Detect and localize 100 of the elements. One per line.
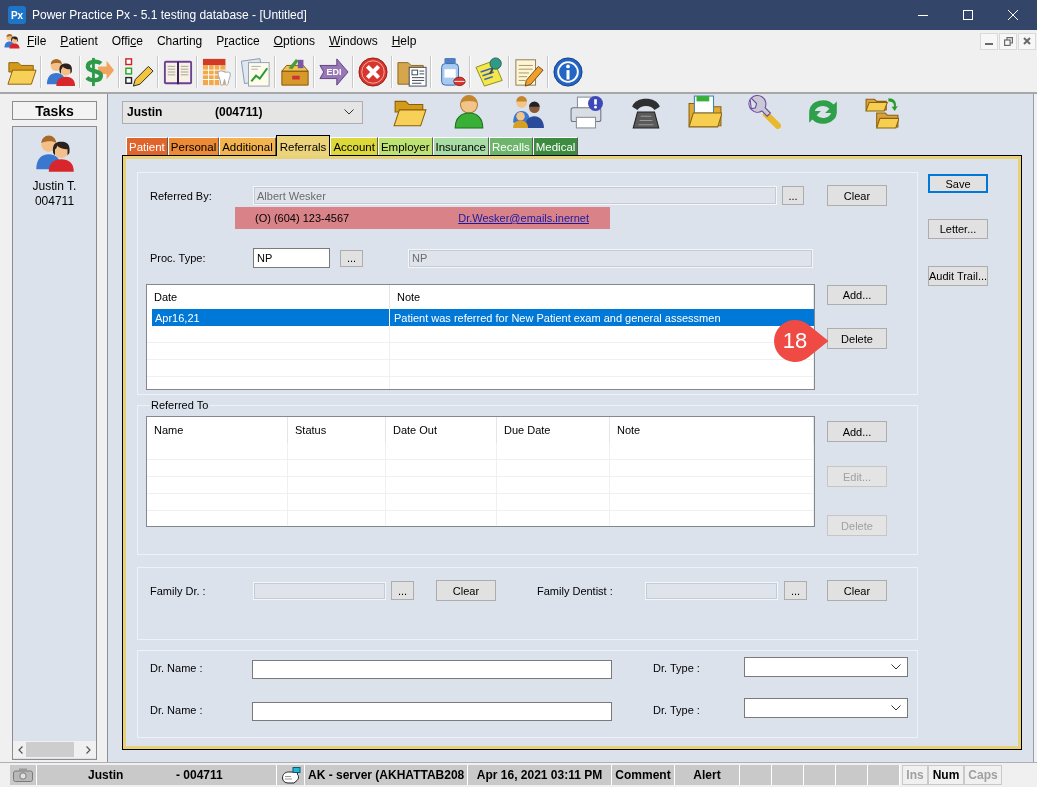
people-icon[interactable] bbox=[4, 33, 20, 49]
clear-button[interactable]: Clear bbox=[827, 185, 887, 206]
note-pin-icon[interactable] bbox=[474, 57, 505, 87]
patient-id: 004711 bbox=[34, 194, 75, 208]
chevron-left-icon bbox=[18, 745, 23, 754]
menu-item[interactable]: Charting bbox=[149, 32, 210, 50]
menu-item[interactable]: Practice bbox=[209, 32, 267, 50]
phone-number: (O) (604) 123-4567 bbox=[255, 212, 350, 224]
field-label: Referred By: bbox=[150, 189, 212, 202]
family-icon[interactable] bbox=[511, 95, 545, 129]
table-cell: Apr16,21 bbox=[152, 309, 390, 326]
tab[interactable]: Referrals bbox=[275, 135, 331, 156]
chart-documents-icon[interactable] bbox=[240, 57, 271, 87]
minimize-icon bbox=[985, 43, 993, 45]
close-icon bbox=[1007, 10, 1018, 20]
server-status: AK - server (AKHATTAB208 bbox=[305, 765, 468, 785]
patient-id: (004711) bbox=[215, 105, 263, 119]
proc-type-field[interactable]: NP bbox=[253, 248, 330, 268]
comment-panel[interactable]: Comment bbox=[612, 765, 675, 785]
table-cell-text: Patient was referred for New Patient exam and general assessmen bbox=[393, 310, 722, 326]
scroll-thumb[interactable] bbox=[26, 742, 74, 757]
patient-id: - 004711 bbox=[176, 768, 223, 782]
scrollbar[interactable] bbox=[13, 741, 96, 758]
delete-button[interactable]: Delete bbox=[827, 328, 887, 349]
window-title: Power Practice Px - 5.1 testing database - [Untitled] bbox=[32, 8, 308, 22]
printer-alert-icon[interactable] bbox=[570, 95, 604, 129]
menu-item[interactable]: Office bbox=[104, 32, 150, 50]
person-icon[interactable] bbox=[452, 95, 486, 129]
field-label: Family Dentist : bbox=[537, 584, 613, 597]
type-dropdown[interactable] bbox=[744, 657, 908, 677]
wrench-icon[interactable] bbox=[747, 95, 781, 129]
tab[interactable]: Account bbox=[330, 137, 378, 155]
clear-button[interactable]: Clear bbox=[827, 580, 887, 601]
email-link[interactable]: Dr.Wesker@emails.inernet bbox=[458, 212, 589, 224]
minimize-icon bbox=[917, 14, 928, 16]
close-icon bbox=[1023, 37, 1031, 45]
info-icon[interactable] bbox=[552, 57, 583, 87]
chevron-down-icon bbox=[344, 109, 354, 115]
minimize-button[interactable] bbox=[980, 32, 998, 50]
alert-panel[interactable]: Alert bbox=[675, 765, 740, 785]
audit-trail-button[interactable]: Audit Trail... bbox=[928, 266, 988, 286]
clear-button[interactable]: Clear bbox=[436, 580, 496, 601]
column-header: Status bbox=[288, 417, 386, 443]
chevron-right-icon bbox=[86, 745, 91, 754]
doctor-name-field[interactable] bbox=[252, 702, 612, 721]
folders-arrow-icon[interactable] bbox=[865, 95, 899, 129]
tab[interactable]: Personal bbox=[167, 137, 220, 155]
status-panel bbox=[804, 765, 836, 785]
cancel-icon[interactable] bbox=[357, 57, 388, 87]
key-indicator: Ins bbox=[902, 765, 928, 785]
restore-icon bbox=[1003, 36, 1013, 46]
arrow-icon bbox=[318, 57, 349, 87]
menu-item[interactable]: Windows bbox=[322, 32, 385, 50]
tab[interactable]: Medical bbox=[532, 137, 579, 155]
tab[interactable]: Employer bbox=[377, 137, 433, 155]
dollar-arrow-icon[interactable] bbox=[84, 57, 115, 87]
close-button[interactable] bbox=[1018, 32, 1036, 50]
menu-item[interactable]: Help bbox=[384, 32, 424, 50]
chevron-down-icon bbox=[891, 664, 901, 670]
field-label: Dr. Name : bbox=[150, 662, 203, 674]
maximize-icon bbox=[962, 10, 973, 20]
letter-button[interactable]: Letter... bbox=[928, 219, 988, 239]
key-indicator: Caps bbox=[964, 765, 1002, 785]
folder-sheet-icon[interactable] bbox=[688, 95, 722, 129]
status-panel bbox=[772, 765, 804, 785]
app-logo: Px bbox=[8, 6, 26, 24]
save-button[interactable]: Save bbox=[928, 174, 988, 193]
menu-item[interactable]: Patient bbox=[53, 32, 105, 50]
key-indicator: Num bbox=[928, 765, 964, 785]
doctor-name-field[interactable] bbox=[252, 660, 612, 679]
patient-dropdown[interactable]: Justin (004711) bbox=[122, 100, 363, 124]
edi-button[interactable]: EDI bbox=[317, 56, 350, 88]
patient-name: Justin T. bbox=[32, 179, 77, 193]
status-panel bbox=[868, 765, 900, 785]
calendar-icon[interactable] bbox=[201, 57, 232, 87]
add-button[interactable]: Add... bbox=[827, 421, 887, 442]
browse-button[interactable]: ... bbox=[391, 581, 414, 600]
tab[interactable]: Insurance bbox=[432, 137, 490, 155]
checklist-pencil-icon[interactable] bbox=[123, 57, 154, 87]
column-header: Note bbox=[610, 417, 814, 443]
table-row[interactable]: Apr16,21 Patient was referred for New Patient exam and general assessmen bbox=[152, 309, 814, 326]
field-label: Dr. Type : bbox=[653, 703, 700, 716]
add-button[interactable]: Add... bbox=[827, 285, 887, 305]
menu-item[interactable]: File bbox=[20, 32, 54, 50]
column-header: Date Out bbox=[386, 417, 497, 443]
type-dropdown[interactable] bbox=[744, 698, 908, 718]
chevron-down-icon bbox=[891, 705, 901, 711]
browse-button[interactable]: ... bbox=[340, 249, 363, 267]
notepad-pencil-icon[interactable] bbox=[513, 57, 544, 87]
box-icon[interactable] bbox=[279, 57, 310, 87]
tab[interactable]: Additional bbox=[219, 137, 276, 155]
column-header: Due Date bbox=[497, 417, 610, 443]
patient-name: Justin bbox=[127, 105, 163, 119]
people-icon[interactable] bbox=[45, 57, 76, 87]
status-panel bbox=[740, 765, 772, 785]
restore-button[interactable] bbox=[999, 32, 1017, 50]
menu-item[interactable]: Options bbox=[266, 32, 322, 50]
browse-button[interactable]: ... bbox=[784, 581, 807, 600]
browse-button[interactable]: ... bbox=[782, 186, 804, 205]
field-label: Dr. Name : bbox=[150, 703, 203, 716]
